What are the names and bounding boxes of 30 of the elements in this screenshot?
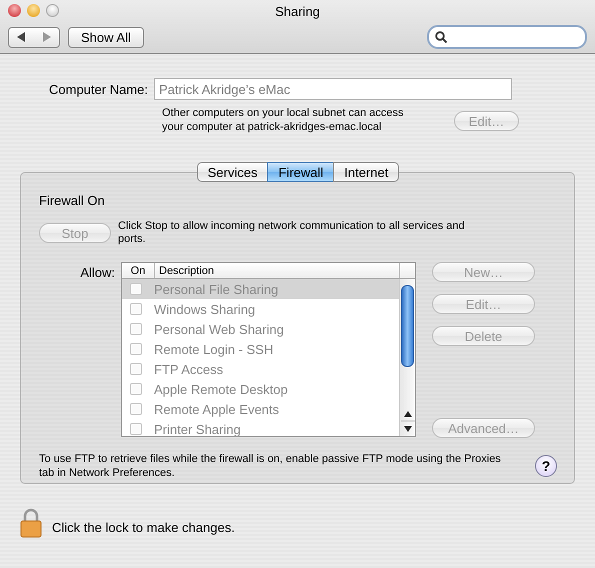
service-name: Remote Apple Events: [154, 402, 280, 416]
stop-note: Click Stop to allow incoming network communication to all services and ports.: [118, 220, 466, 246]
tab[interactable]: Services: [196, 162, 268, 182]
ftp-note: To use FTP to retrieve files while the firewall is on, enable passive FTP mode using the Proxies tab in Network Preferences.: [39, 452, 502, 480]
local-address-note: Other computers on your local subnet can access your computer at patrick-akridges-emac.local: [162, 106, 405, 134]
service-name: Personal Web Sharing: [154, 322, 284, 336]
tab[interactable]: Internet: [333, 162, 400, 182]
service-name: FTP Access: [154, 362, 224, 376]
show-all-button[interactable]: Show All: [68, 26, 144, 48]
service-name: Windows Sharing: [154, 302, 256, 316]
tab[interactable]: Firewall: [267, 162, 334, 182]
forward-arrow-icon[interactable]: [42, 32, 51, 42]
search-icon: [435, 31, 447, 43]
search-field[interactable]: [427, 25, 587, 49]
zoom-button[interactable]: [46, 4, 59, 17]
firewall-status: Firewall On: [39, 193, 106, 208]
lock-icon[interactable]: [20, 508, 42, 538]
close-button[interactable]: [8, 4, 21, 17]
lock-hint: Click the lock to make changes.: [52, 520, 235, 534]
service-name: Personal File Sharing: [154, 282, 278, 296]
back-arrow-icon[interactable]: [17, 32, 26, 42]
service-name: Remote Login - SSH: [154, 342, 274, 356]
back-forward-control[interactable]: [8, 26, 60, 48]
service-name: Apple Remote Desktop: [154, 382, 288, 396]
service-name: Printer Sharing: [154, 422, 241, 436]
computer-name-field[interactable]: Patrick Akridge’s eMac: [154, 78, 512, 100]
minimize-button[interactable]: [27, 4, 40, 17]
allow-label: Allow:: [79, 264, 116, 282]
computer-name-label: Computer Name:: [49, 82, 148, 96]
window-title: Sharing: [275, 3, 320, 19]
